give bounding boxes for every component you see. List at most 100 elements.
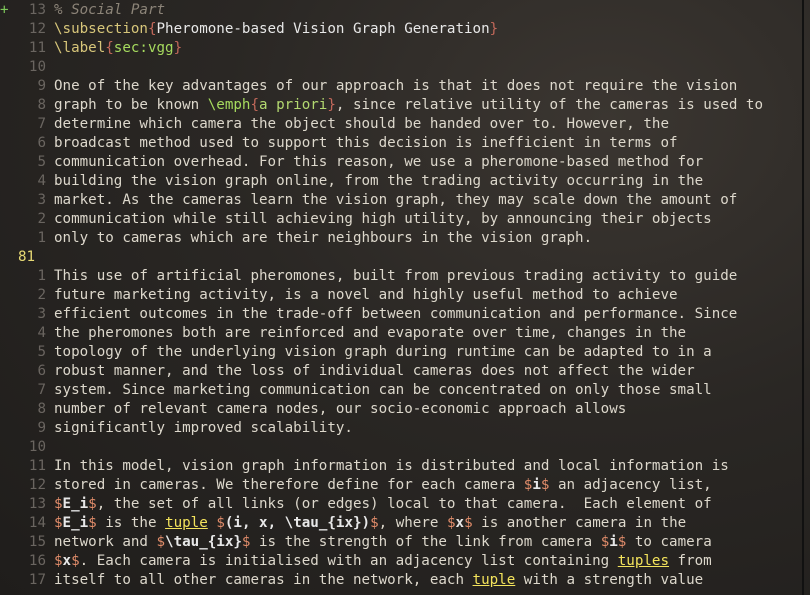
line-text: network and $\tau_{ix}$ is the strength … — [54, 533, 712, 552]
line-text: This use of artificial pheromones, built… — [54, 267, 737, 286]
text-line[interactable]: 2 future marketing activity, is a novel a… — [0, 286, 810, 305]
text-line[interactable]: 8 graph to be known \emph{a priori}, sinc… — [0, 96, 810, 115]
text-line[interactable]: 6 robust manner, and the loss of individu… — [0, 362, 810, 381]
line-text: $E_i$ is the tuple $(i, x, \tau_{ix})$, … — [54, 514, 686, 533]
text-line[interactable]: 10 — [0, 58, 810, 77]
text-segment: significantly improved scalability. — [54, 420, 353, 436]
text-line[interactable]: 11 In this model, vision graph informatio… — [0, 457, 810, 476]
text-line[interactable]: 14 $E_i$ is the tuple $(i, x, \tau_{ix})$… — [0, 514, 810, 533]
text-line[interactable]: 2 communication while still achieving hig… — [0, 210, 810, 229]
text-segment: $ — [88, 515, 97, 531]
line-text: $x$. Each camera is initialised with an … — [54, 552, 712, 571]
text-segment: E_i — [62, 496, 89, 512]
text-segment: Pheromone-based Vision Graph Generation — [156, 21, 490, 37]
text-line[interactable]: 12 stored in cameras. We therefore define… — [0, 476, 810, 495]
text-segment: is the strength of the link from camera — [250, 534, 601, 550]
line-number: 3 — [37, 192, 46, 208]
line-number: 11 — [28, 40, 46, 56]
line-number: 7 — [37, 382, 46, 398]
text-line[interactable]: 1 only to cameras which are their neighbo… — [0, 229, 810, 248]
line-text: building the vision graph online, from t… — [54, 172, 703, 191]
line-text: robust manner, and the loss of individua… — [54, 362, 695, 381]
text-segment: $ — [54, 515, 63, 531]
text-line[interactable]: 6 broadcast method used to support this d… — [0, 134, 810, 153]
text-segment: market. As the cameras learn the vision … — [54, 192, 738, 208]
text-segment: \subsection — [54, 21, 148, 37]
text-line[interactable]: 9 significantly improved scalability. — [0, 419, 810, 438]
line-number: 2 — [37, 287, 46, 303]
text-segment: , the set of all links (or edges) local … — [96, 496, 712, 512]
text-segment: In this model, vision graph information … — [54, 458, 729, 474]
line-number: 17 — [28, 572, 46, 588]
line-text: communication overhead. For this reason,… — [54, 153, 703, 172]
text-segment: . Each camera is initialised with an adj… — [79, 553, 618, 569]
text-segment: tuple — [472, 572, 516, 588]
text-line[interactable]: 3 market. As the cameras learn the vision… — [0, 191, 810, 210]
text-segment: $ — [370, 515, 379, 531]
line-number: 6 — [37, 363, 46, 379]
line-number: 5 — [37, 154, 46, 170]
text-line[interactable]: 9 One of the key advantages of our approa… — [0, 77, 810, 96]
text-segment: from — [669, 553, 712, 569]
text-segment: stored in cameras. We therefore define f… — [54, 477, 524, 493]
text-line[interactable]: 5 communication overhead. For this reason… — [0, 153, 810, 172]
text-line[interactable]: 3 efficient outcomes in the trade-off bet… — [0, 305, 810, 324]
text-line[interactable]: 4 the pheromones both are reinforced and … — [0, 324, 810, 343]
text-line[interactable]: 12 \subsection{Pheromone-based Vision Gra… — [0, 20, 810, 39]
text-line[interactable]: 15 network and $\tau_{ix}$ is the strengt… — [0, 533, 810, 552]
line-number: 8 — [37, 401, 46, 417]
text-segment: topology of the underlying vision graph … — [54, 344, 712, 360]
text-segment: the pheromones both are reinforced and e… — [54, 325, 687, 341]
text-segment: determine which camera the object should… — [54, 116, 669, 132]
text-segment: x — [455, 515, 465, 531]
line-text: system. Since marketing communication ca… — [54, 381, 712, 400]
text-line[interactable]: 11 \label{sec:vgg} — [0, 39, 810, 58]
text-line[interactable]: 1 This use of artificial pheromones, buil… — [0, 267, 810, 286]
line-text: \subsection{Pheromone-based Vision Graph… — [54, 20, 498, 39]
line-text: communication while still achieving high… — [54, 210, 712, 229]
line-number: 12 — [28, 21, 46, 37]
text-line[interactable]: 16 $x$. Each camera is initialised with a… — [0, 552, 810, 571]
text-segment: One of the key advantages of our approac… — [54, 78, 738, 94]
text-segment: , since relative utility of the cameras … — [335, 97, 763, 113]
line-text: topology of the underlying vision graph … — [54, 343, 712, 362]
line-number: 3 — [37, 306, 46, 322]
line-number: 81 — [18, 249, 36, 265]
text-segment: tuples — [617, 553, 670, 569]
text-segment: $ — [216, 515, 225, 531]
line-number: 9 — [37, 78, 46, 94]
line-text: number of relevant camera nodes, our soc… — [54, 400, 626, 419]
line-text: % Social Part — [54, 1, 165, 20]
text-segment: communication while still achieving high… — [54, 211, 712, 227]
text-line[interactable]: 10 — [0, 438, 810, 457]
text-segment: with a strength value — [515, 572, 704, 588]
window-divider — [802, 0, 804, 595]
text-segment: } — [489, 21, 499, 37]
line-number: 1 — [37, 230, 46, 246]
text-line[interactable]: 4 building the vision graph online, from … — [0, 172, 810, 191]
current-line[interactable]: 81 — [0, 248, 810, 267]
text-segment: $ — [156, 534, 166, 550]
text-segment: graph to be known — [54, 97, 208, 113]
line-text: only to cameras which are their neighbou… — [54, 229, 592, 248]
text-line[interactable]: +13% Social Part — [0, 1, 810, 20]
text-segment: } — [173, 40, 183, 56]
line-text: In this model, vision graph information … — [54, 457, 729, 476]
line-number: 7 — [37, 116, 46, 132]
line-number: 14 — [28, 515, 46, 531]
text-segment: number of relevant camera nodes, our soc… — [54, 401, 627, 417]
text-editor[interactable]: +13% Social Part 12 \subsection{Pheromone-… — [0, 0, 810, 595]
text-line[interactable]: 5 topology of the underlying vision graph… — [0, 343, 810, 362]
line-text: One of the key advantages of our approac… — [54, 77, 737, 96]
text-segment: (i, x, \tau_{ix}) — [224, 515, 371, 531]
line-number: 15 — [28, 534, 46, 550]
line-number: 4 — [37, 325, 46, 341]
line-number: 11 — [28, 458, 46, 474]
text-line[interactable]: 13 $E_i$, the set of all links (or edges)… — [0, 495, 810, 514]
line-number: 1 — [37, 268, 46, 284]
text-line[interactable]: 17 itself to all other cameras in the net… — [0, 571, 810, 590]
text-segment: { — [250, 97, 260, 113]
text-line[interactable]: 8 number of relevant camera nodes, our so… — [0, 400, 810, 419]
text-line[interactable]: 7 determine which camera the object shoul… — [0, 115, 810, 134]
text-line[interactable]: 7 system. Since marketing communication c… — [0, 381, 810, 400]
